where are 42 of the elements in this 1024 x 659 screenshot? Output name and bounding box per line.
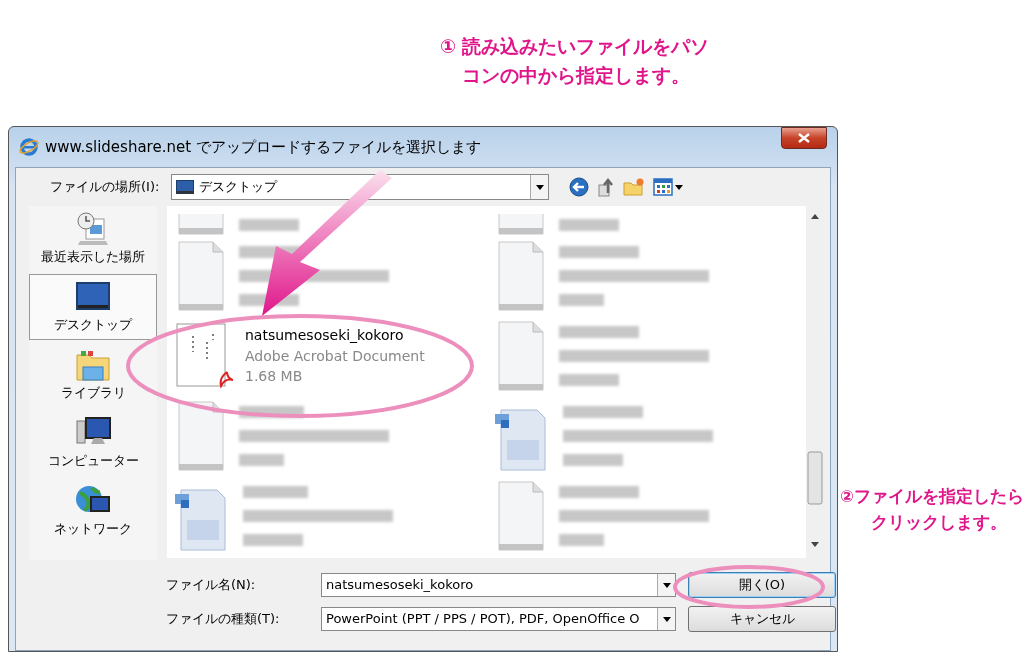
close-icon (798, 133, 810, 143)
location-dropdown[interactable]: デスクトップ (171, 174, 550, 200)
close-button[interactable] (781, 127, 827, 149)
file-type-dropdown[interactable]: PowerPoint (PPT / PPS / POT), PDF, OpenOffice O (321, 607, 676, 631)
document-icon (175, 400, 227, 472)
view-menu-icon[interactable] (653, 178, 686, 196)
file-name-field[interactable]: natsumesoseki_kokoro (321, 573, 676, 597)
blurred-text (558, 534, 604, 546)
step-number: ① (440, 34, 457, 59)
place-item[interactable]: デスクトップ (29, 274, 157, 340)
file-name-label: ファイル名(N): (166, 576, 257, 595)
document-icon (175, 240, 227, 312)
open-button[interactable]: 開く(O) (688, 572, 836, 598)
pdf-document-icon (175, 322, 233, 390)
step-number: ② (840, 486, 854, 508)
place-item[interactable]: 最近表示した場所 (29, 206, 157, 272)
blurred-text (239, 219, 299, 231)
file-type: Adobe Acrobat Document (245, 346, 425, 366)
up-folder-icon[interactable] (597, 177, 616, 197)
location-value: デスクトップ (199, 178, 279, 197)
place-item[interactable]: ネットワーク (29, 478, 157, 544)
blurred-text (243, 534, 303, 546)
blurred-text (243, 486, 308, 498)
blurred-text (558, 219, 619, 231)
blurred-text (239, 454, 284, 466)
place-item[interactable]: ライブラリ (29, 342, 157, 408)
document-icon (175, 214, 227, 236)
blurred-text (558, 294, 604, 306)
file-size: 1.68 MB (245, 367, 304, 387)
back-icon[interactable] (569, 177, 590, 197)
annotation-text: 読み込みたいファイルをパソ コンの中から指定します。 (462, 34, 710, 89)
blurred-text (558, 374, 619, 386)
cancel-button[interactable]: キャンセル (688, 606, 836, 632)
window-title: www.slideshare.net でアップロードするファイルを選択します (45, 136, 481, 158)
place-item[interactable]: コンピューター (29, 410, 157, 476)
file-name[interactable]: natsumesoseki_kokoro (245, 325, 425, 345)
blurred-text (562, 454, 623, 466)
location-label: ファイルの場所(I): (50, 178, 160, 197)
annotation-text: ファイルを指定したら クリックします。 (854, 486, 1024, 534)
monitor-icon (176, 180, 195, 194)
file-type-label: ファイルの種類(T): (166, 610, 281, 629)
browser-icon (19, 137, 39, 157)
